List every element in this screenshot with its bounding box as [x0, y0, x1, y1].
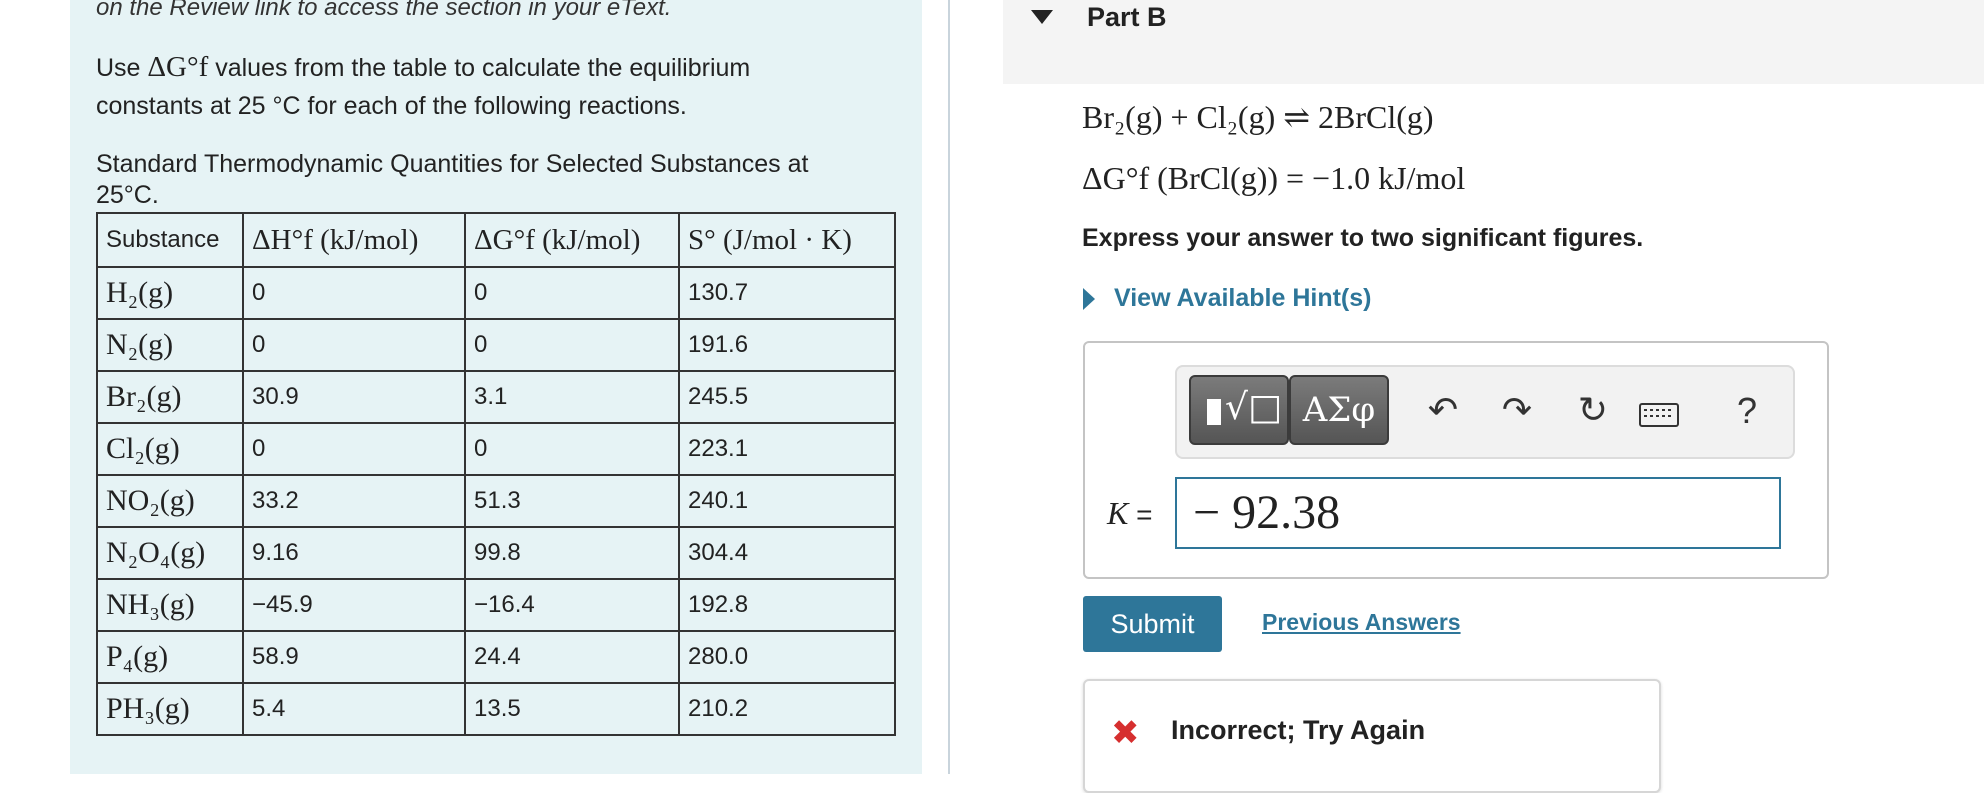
- previous-answers-link[interactable]: Previous Answers: [1262, 609, 1461, 636]
- undo-icon[interactable]: ↶: [1419, 385, 1467, 437]
- task-instructions: Use ΔG°f values from the table to calcul…: [96, 48, 856, 125]
- cell-substance: N₂O₄(g): [96, 526, 244, 580]
- panel-divider: [948, 0, 950, 774]
- feedback-box: ✖ Incorrect; Try Again: [1083, 679, 1661, 793]
- cell-substance: H₂(g): [96, 266, 244, 320]
- cell-gibbs: −16.4: [464, 578, 680, 632]
- table-caption: Standard Thermodynamic Quantities for Se…: [96, 150, 809, 209]
- cell-substance: Cl₂(g): [96, 422, 244, 476]
- feedback-text: Incorrect; Try Again: [1171, 715, 1426, 745]
- keyboard-icon[interactable]: [1639, 403, 1679, 427]
- reset-icon[interactable]: ↻: [1569, 385, 1617, 437]
- templates-button[interactable]: √□: [1189, 375, 1289, 445]
- view-hints-link[interactable]: View Available Hint(s): [1114, 284, 1371, 313]
- table-row: Cl₂(g) 0 0 223.1: [96, 422, 896, 476]
- radical-icon: √□: [1225, 387, 1282, 428]
- cell-entropy: 280.0: [678, 630, 896, 684]
- cell-enthalpy: 33.2: [242, 474, 466, 528]
- answer-label: K =: [1107, 495, 1152, 532]
- table-row: P₄(g) 58.9 24.4 280.0: [96, 630, 896, 684]
- cell-enthalpy: 0: [242, 266, 466, 320]
- cell-entropy: 245.5: [678, 370, 896, 424]
- cell-gibbs: 3.1: [464, 370, 680, 424]
- header-gibbs: ΔG°f (kJ/mol): [464, 212, 680, 268]
- table-row: NH₃(g) −45.9 −16.4 192.8: [96, 578, 896, 632]
- cell-entropy: 192.8: [678, 578, 896, 632]
- equals-sign: =: [1128, 499, 1153, 530]
- cell-entropy: 304.4: [678, 526, 896, 580]
- cell-gibbs: 51.3: [464, 474, 680, 528]
- cell-substance: NH₃(g): [96, 578, 244, 632]
- table-row: N₂(g) 0 0 191.6: [96, 318, 896, 372]
- table-row: Br₂(g) 30.9 3.1 245.5: [96, 370, 896, 424]
- cell-substance: NO₂(g): [96, 474, 244, 528]
- cell-gibbs: 0: [464, 266, 680, 320]
- part-b-header[interactable]: Part B: [1003, 0, 1984, 84]
- cell-entropy: 240.1: [678, 474, 896, 528]
- cell-gibbs: 99.8: [464, 526, 680, 580]
- table-row: H₂(g) 0 0 130.7: [96, 266, 896, 320]
- table-row: NO₂(g) 33.2 51.3 240.1: [96, 474, 896, 528]
- cell-entropy: 223.1: [678, 422, 896, 476]
- answer-box: √□ ΑΣφ ↶ ↷ ↻ ? K = − 92.38: [1083, 341, 1829, 579]
- k-variable: K: [1107, 495, 1129, 531]
- redo-icon[interactable]: ↷: [1493, 385, 1541, 437]
- cell-enthalpy: 58.9: [242, 630, 466, 684]
- submit-button[interactable]: Submit: [1083, 596, 1222, 652]
- cell-substance: P₄(g): [96, 630, 244, 684]
- table-row: N₂O₄(g) 9.16 99.8 304.4: [96, 526, 896, 580]
- answer-input[interactable]: − 92.38: [1175, 477, 1781, 549]
- incorrect-x-icon: ✖: [1111, 713, 1140, 753]
- answer-instruction: Express your answer to two significant f…: [1082, 224, 1644, 252]
- symbols-button[interactable]: ΑΣφ: [1289, 375, 1389, 445]
- cell-substance: PH₃(g): [96, 682, 244, 736]
- gibbs-value: ΔG°f (BrCl(g)) = −1.0 kJ/mol: [1082, 160, 1466, 196]
- cell-substance: N₂(g): [96, 318, 244, 372]
- thermo-table: Substance ΔH°f (kJ/mol) ΔG°f (kJ/mol) S°…: [96, 212, 896, 736]
- cell-enthalpy: 30.9: [242, 370, 466, 424]
- table-header-row: Substance ΔH°f (kJ/mol) ΔG°f (kJ/mol) S°…: [96, 212, 896, 268]
- part-title: Part B: [1087, 2, 1167, 32]
- header-entropy: S° (J/mol · K): [678, 212, 896, 268]
- cell-substance: Br₂(g): [96, 370, 244, 424]
- cell-enthalpy: 5.4: [242, 682, 466, 736]
- gibbs-symbol: ΔG°f: [147, 51, 209, 83]
- cell-gibbs: 0: [464, 318, 680, 372]
- cell-gibbs: 13.5: [464, 682, 680, 736]
- cell-entropy: 191.6: [678, 318, 896, 372]
- hint-caret-icon[interactable]: [1083, 288, 1095, 310]
- header-enthalpy: ΔH°f (kJ/mol): [242, 212, 466, 268]
- cell-enthalpy: 0: [242, 318, 466, 372]
- review-panel: on the Review link to access the section…: [70, 0, 922, 774]
- cell-gibbs: 24.4: [464, 630, 680, 684]
- help-button[interactable]: ?: [1723, 385, 1771, 437]
- cell-enthalpy: 9.16: [242, 526, 466, 580]
- cell-gibbs: 0: [464, 422, 680, 476]
- cell-entropy: 130.7: [678, 266, 896, 320]
- collapse-caret-icon[interactable]: [1031, 10, 1053, 24]
- reaction-equation: Br₂(g) + Cl₂(g) ⇌ 2BrCl(g): [1082, 99, 1434, 135]
- math-toolbar: √□ ΑΣφ ↶ ↷ ↻ ?: [1175, 365, 1795, 459]
- table-row: PH₃(g) 5.4 13.5 210.2: [96, 682, 896, 736]
- cell-entropy: 210.2: [678, 682, 896, 736]
- cell-enthalpy: 0: [242, 422, 466, 476]
- template-block-icon: [1207, 399, 1221, 425]
- header-substance: Substance: [96, 212, 244, 268]
- intro-text: on the Review link to access the section…: [96, 0, 672, 21]
- cell-enthalpy: −45.9: [242, 578, 466, 632]
- task-text-start: Use: [96, 54, 148, 82]
